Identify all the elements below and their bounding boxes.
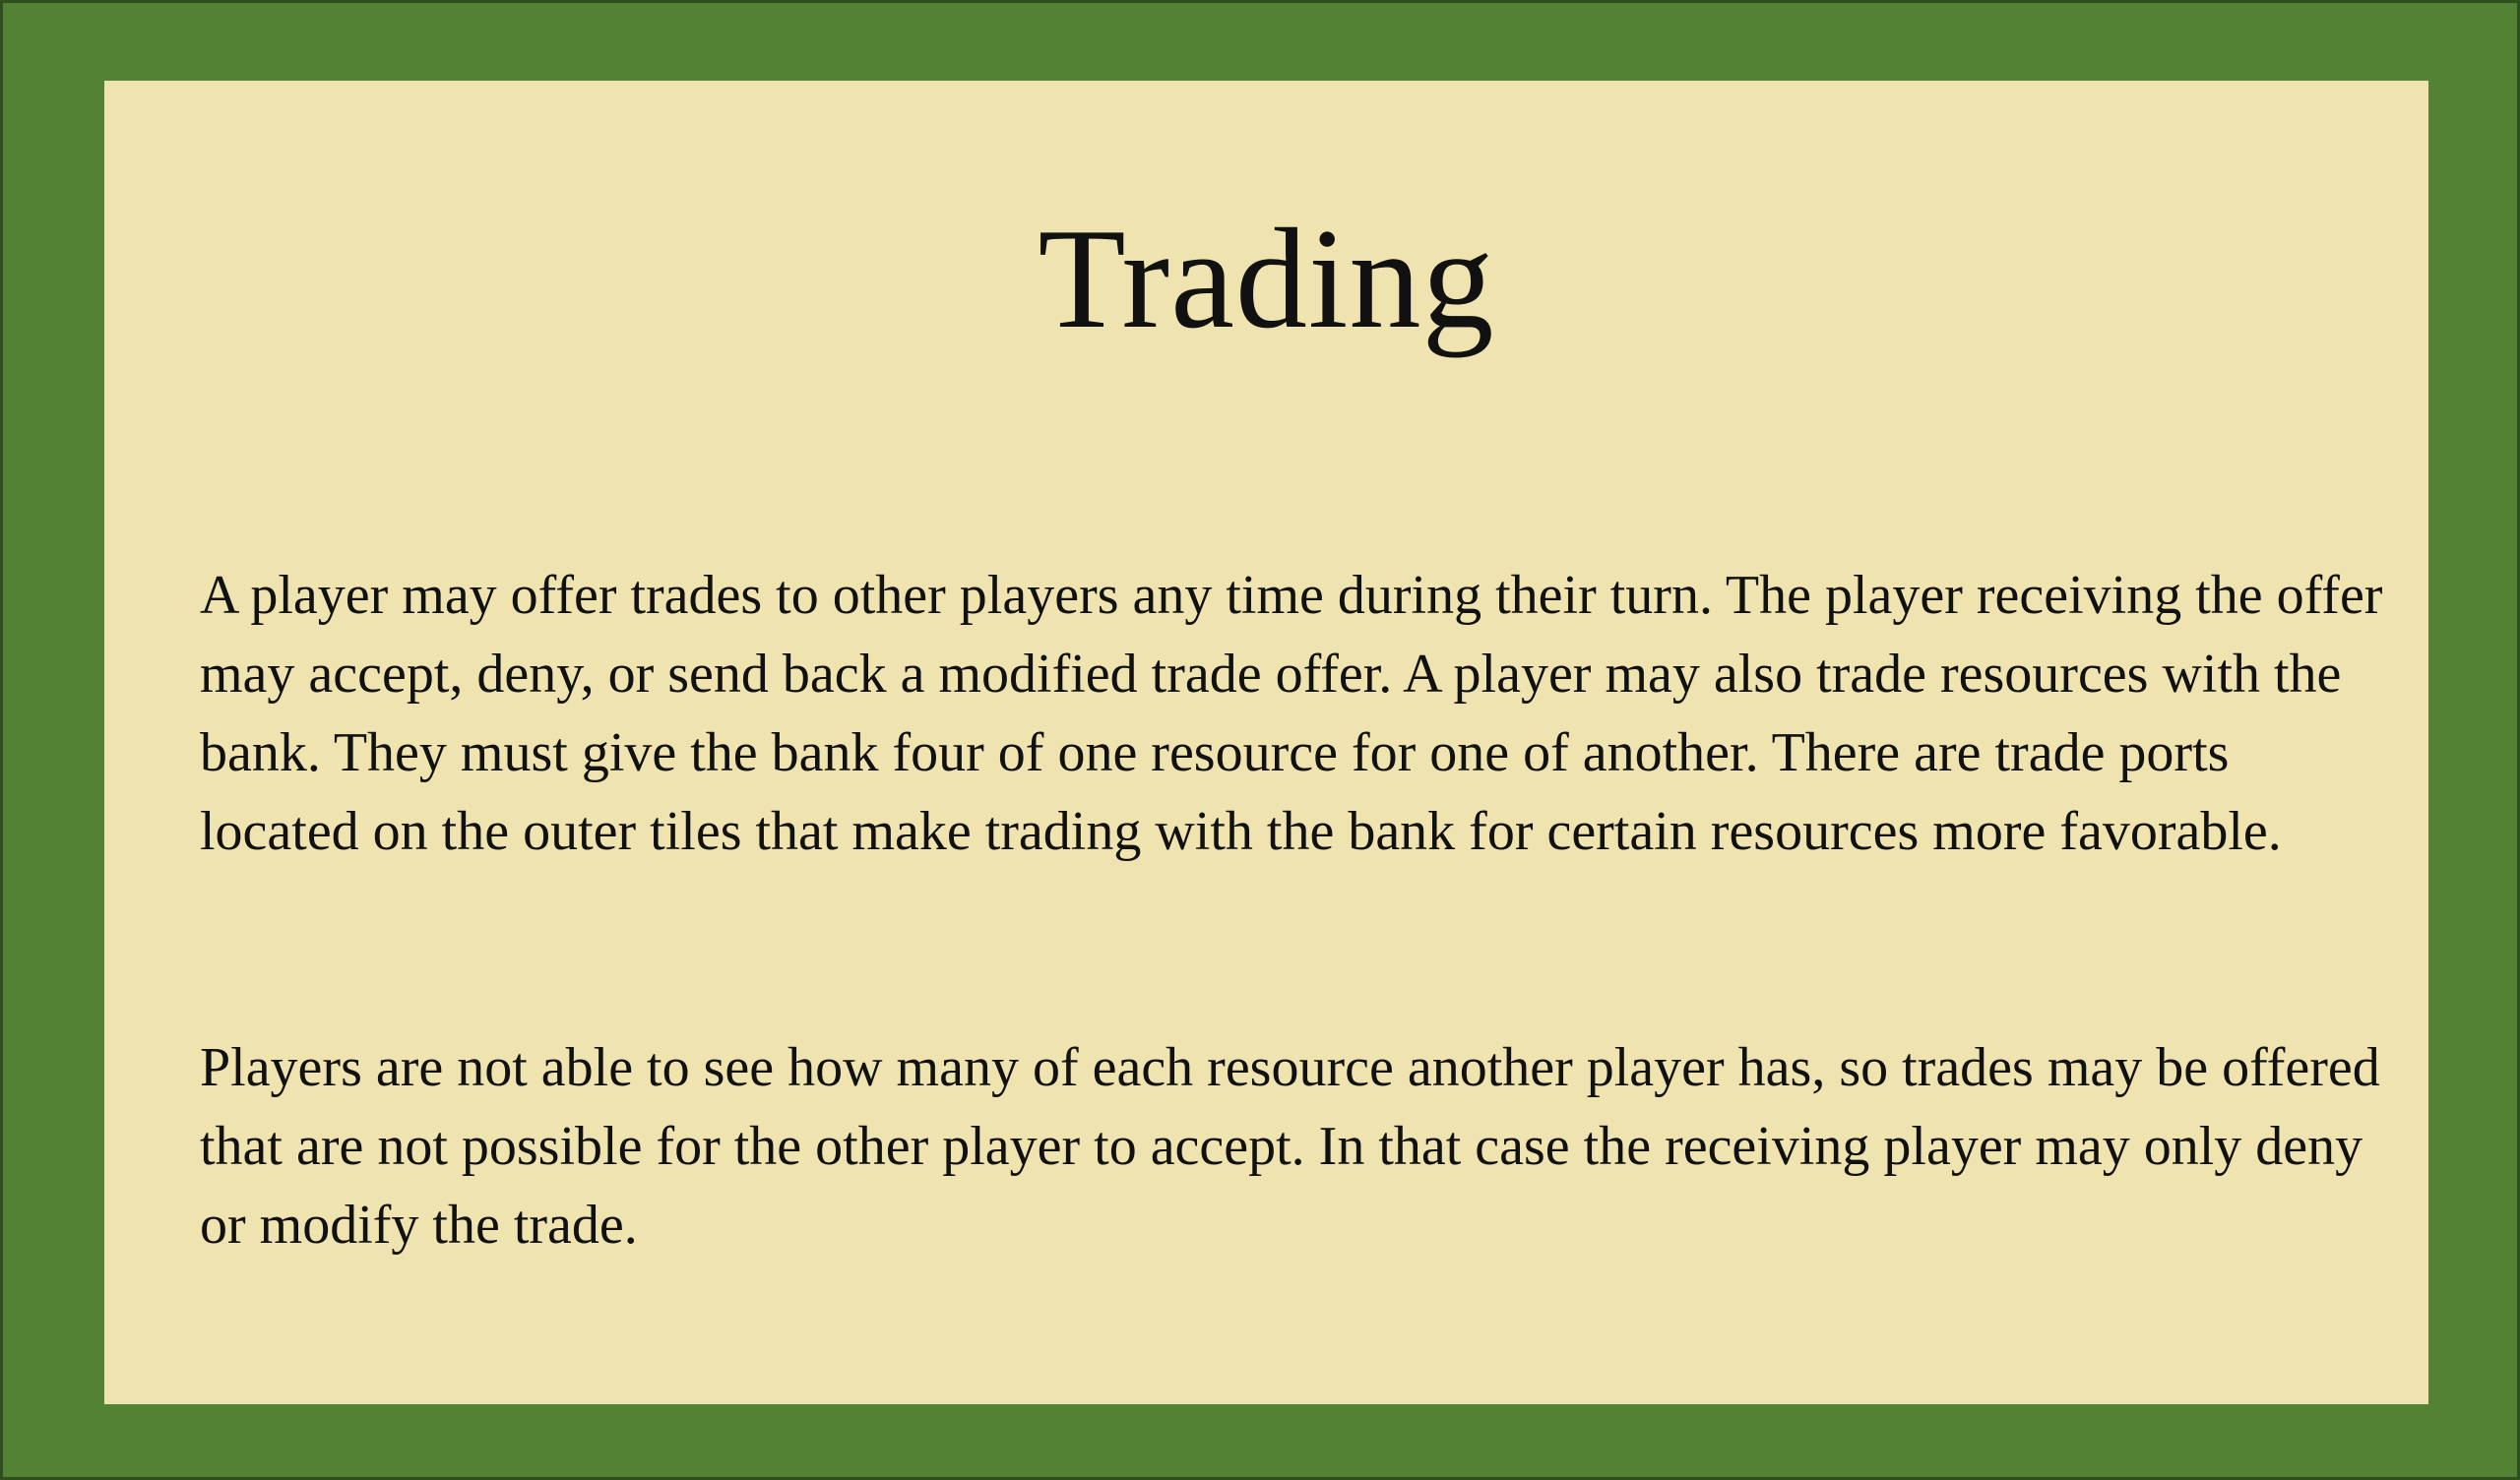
body-paragraph-2: Players are not able to see how many of … — [200, 1037, 2380, 1256]
body-paragraph-1: A player may offer trades to other playe… — [200, 565, 2383, 862]
slide-frame: Trading A player may offer trades to oth… — [0, 0, 2520, 1480]
content-panel: Trading A player may offer trades to oth… — [104, 81, 2428, 1404]
slide-title: Trading — [1038, 199, 1495, 358]
